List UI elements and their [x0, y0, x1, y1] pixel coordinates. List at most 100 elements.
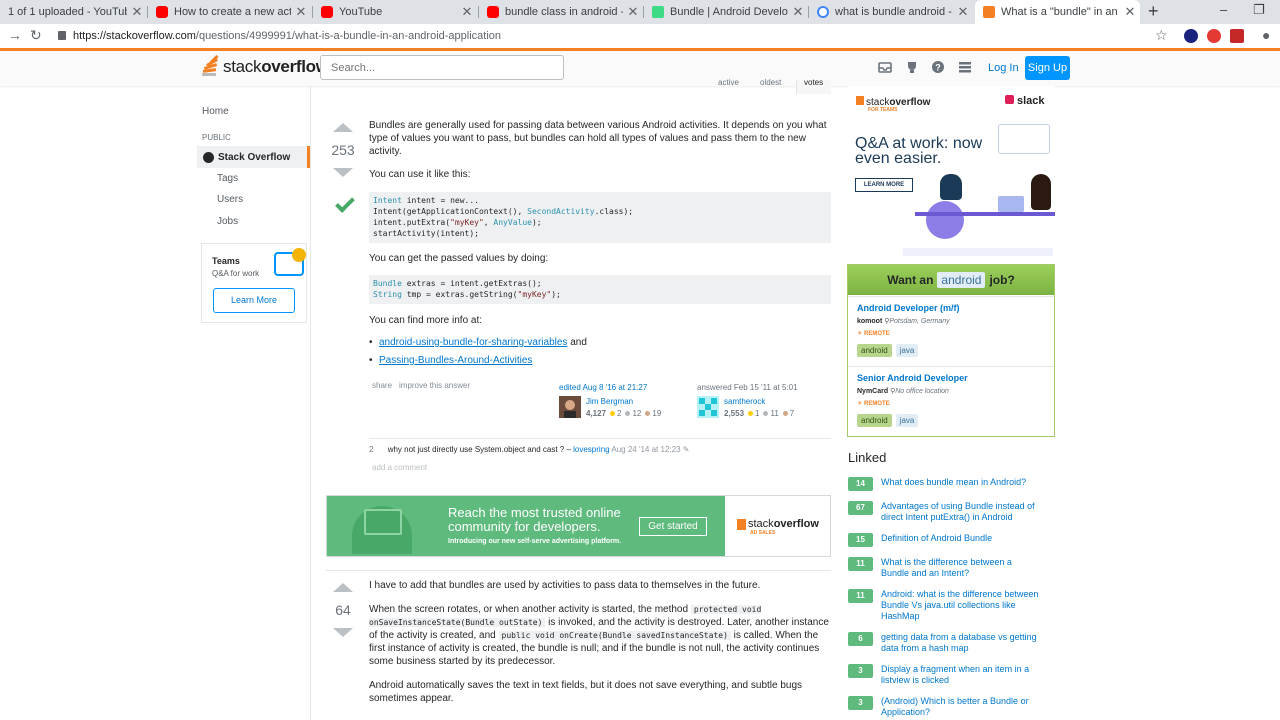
- lock-icon[interactable]: [58, 31, 66, 40]
- teams-ad-headline: Q&A at work: now even easier.: [855, 135, 983, 167]
- browser-tab[interactable]: Bundle | Android Developers ✕: [644, 0, 808, 24]
- so-topbar: stackoverflow ? Log In Sign Up: [0, 48, 1280, 86]
- tab-title: bundle class in android - YouTub: [505, 6, 623, 18]
- ad-get-started-button[interactable]: Get started: [639, 517, 707, 536]
- url-field[interactable]: https://stackoverflow.com/questions/4999…: [73, 30, 501, 42]
- upvote-arrow-icon[interactable]: [333, 123, 353, 132]
- linked-title[interactable]: What is the difference between a Bundle …: [881, 557, 1041, 579]
- linked-title[interactable]: getting data from a database vs getting …: [881, 632, 1041, 654]
- editor-reputation: 4,127 2 12 19: [586, 409, 662, 418]
- job-listing[interactable]: Android Developer (m/f) komoot ⚲Potsdam,…: [848, 296, 1054, 366]
- tab-title: Bundle | Android Developers: [670, 6, 788, 18]
- edited-timestamp: edited Aug 8 '16 at 21:27: [559, 383, 648, 392]
- pencil-icon: ✎: [682, 445, 690, 454]
- reload-icon[interactable]: ↻: [30, 27, 42, 44]
- code-block: Bundle extras = intent.getExtras(); Stri…: [369, 275, 831, 304]
- svg-text:?: ?: [935, 63, 941, 73]
- job-tag[interactable]: java: [895, 414, 919, 427]
- job-title[interactable]: Android Developer (m/f): [857, 303, 960, 313]
- reference-link[interactable]: Passing-Bundles-Around-Activities: [379, 355, 532, 366]
- tab-title: what is bundle android - Google: [835, 6, 953, 18]
- jobs-header: Want an android job?: [848, 265, 1054, 295]
- nav-home[interactable]: Home: [202, 106, 229, 117]
- nav-users[interactable]: Users: [217, 194, 243, 205]
- teams-learn-more-button[interactable]: Learn More: [213, 288, 295, 313]
- tab-close-icon[interactable]: ✕: [127, 4, 147, 20]
- tab-close-icon[interactable]: ✕: [788, 4, 808, 20]
- linked-title[interactable]: Definition of Android Bundle: [881, 533, 1041, 544]
- tab-close-icon[interactable]: ✕: [291, 4, 311, 20]
- downvote-arrow-icon[interactable]: [333, 168, 353, 177]
- nav-stackoverflow[interactable]: Stack Overflow: [197, 146, 310, 168]
- tab-title: What is a "bundle" in an Android: [1001, 6, 1120, 18]
- browser-tab[interactable]: How to create a new activity and ✕: [148, 0, 311, 24]
- tab-title: YouTube: [339, 6, 383, 18]
- tab-close-icon[interactable]: ✕: [457, 4, 477, 20]
- profile-icon[interactable]: ●: [1262, 27, 1270, 43]
- tab-close-icon[interactable]: ✕: [623, 4, 643, 20]
- jobs-tag[interactable]: android: [937, 272, 986, 288]
- add-comment-link[interactable]: add a comment: [372, 463, 427, 472]
- minimize-icon[interactable]: –: [1220, 2, 1227, 17]
- share-link[interactable]: share: [372, 381, 392, 390]
- accepted-check-icon: [335, 193, 355, 213]
- sort-tab-oldest[interactable]: oldest: [760, 78, 781, 87]
- upvote-arrow-icon[interactable]: [333, 583, 353, 592]
- ad-banner[interactable]: Reach the most trusted online community …: [326, 495, 831, 557]
- forward-arrow-icon[interactable]: →: [8, 27, 22, 43]
- maximize-icon[interactable]: ❐: [1253, 2, 1265, 18]
- logo-text-light: stack: [223, 57, 262, 76]
- job-tag[interactable]: android: [857, 344, 892, 357]
- link-separator: and: [570, 337, 587, 348]
- job-listing[interactable]: Senior Android Developer NymCard ⚲No off…: [848, 366, 1054, 436]
- teams-slack-ad[interactable]: stackoverflow FOR TEAMS slack Q&A at wor…: [848, 86, 1055, 256]
- sort-tab-votes[interactable]: votes: [804, 78, 823, 87]
- browser-tab[interactable]: bundle class in android - YouTub ✕: [479, 0, 643, 24]
- vote-count: 64: [335, 602, 351, 618]
- stackoverflow-logo[interactable]: stackoverflow: [202, 54, 329, 77]
- tab-close-icon[interactable]: ✕: [953, 4, 973, 20]
- laptop-icon: [998, 196, 1024, 212]
- linked-title[interactable]: Display a fragment when an item in a lis…: [881, 664, 1041, 686]
- sort-tab-active[interactable]: active: [718, 78, 739, 87]
- downvote-arrow-icon[interactable]: [333, 628, 353, 637]
- search-input[interactable]: [320, 55, 564, 80]
- linked-title[interactable]: (Android) Which is better a Bundle or Ap…: [881, 696, 1041, 718]
- achievements-icon[interactable]: [905, 60, 919, 74]
- linked-score: 67: [848, 501, 873, 515]
- editor-avatar[interactable]: [559, 396, 581, 418]
- ad-subtitle: Introducing our new self-serve advertisi…: [448, 538, 622, 545]
- job-tag[interactable]: java: [895, 344, 919, 357]
- author-avatar[interactable]: [697, 396, 719, 418]
- linked-title[interactable]: Advantages of using Bundle instead of di…: [881, 501, 1041, 523]
- job-tag[interactable]: android: [857, 414, 892, 427]
- linked-title[interactable]: Android: what is the difference between …: [881, 589, 1041, 622]
- ad-headline: Reach the most trusted online community …: [448, 505, 621, 534]
- signup-button[interactable]: Sign Up: [1025, 56, 1070, 80]
- browser-tab[interactable]: YouTube ✕: [313, 0, 477, 24]
- nav-tags[interactable]: Tags: [217, 173, 238, 184]
- help-icon[interactable]: ?: [931, 60, 945, 74]
- browser-tab-active[interactable]: What is a "bundle" in an Android ✕: [975, 0, 1140, 24]
- extension-icon[interactable]: [1230, 29, 1244, 43]
- job-title[interactable]: Senior Android Developer: [857, 373, 968, 383]
- login-button[interactable]: Log In: [978, 56, 1029, 80]
- bookmark-star-icon[interactable]: ☆: [1155, 27, 1168, 44]
- extension-icon[interactable]: [1184, 29, 1198, 43]
- comment: 2 why not just directly use System.objec…: [369, 438, 831, 454]
- reference-link[interactable]: android-using-bundle-for-sharing-variabl…: [379, 337, 567, 348]
- teams-ad-learn-more-button[interactable]: LEARN MORE: [855, 178, 913, 192]
- improve-answer-link[interactable]: improve this answer: [399, 381, 470, 390]
- nav-jobs[interactable]: Jobs: [217, 216, 238, 227]
- comment-date: Aug 24 '14 at 12:23: [611, 445, 681, 454]
- linked-title[interactable]: What does bundle mean in Android?: [881, 477, 1041, 488]
- new-tab-icon[interactable]: +: [1148, 1, 1159, 22]
- job-company: komoot ⚲Potsdam, Germany: [857, 318, 950, 325]
- tab-close-icon[interactable]: ✕: [1120, 4, 1140, 20]
- browser-tab[interactable]: 1 of 1 uploaded - YouTube ✕: [0, 0, 147, 24]
- comment-user[interactable]: lovespring: [573, 445, 609, 454]
- site-switcher-icon[interactable]: [958, 60, 972, 74]
- inbox-icon[interactable]: [878, 60, 892, 74]
- extension-icon[interactable]: [1207, 29, 1221, 43]
- browser-tab[interactable]: what is bundle android - Google ✕: [809, 0, 973, 24]
